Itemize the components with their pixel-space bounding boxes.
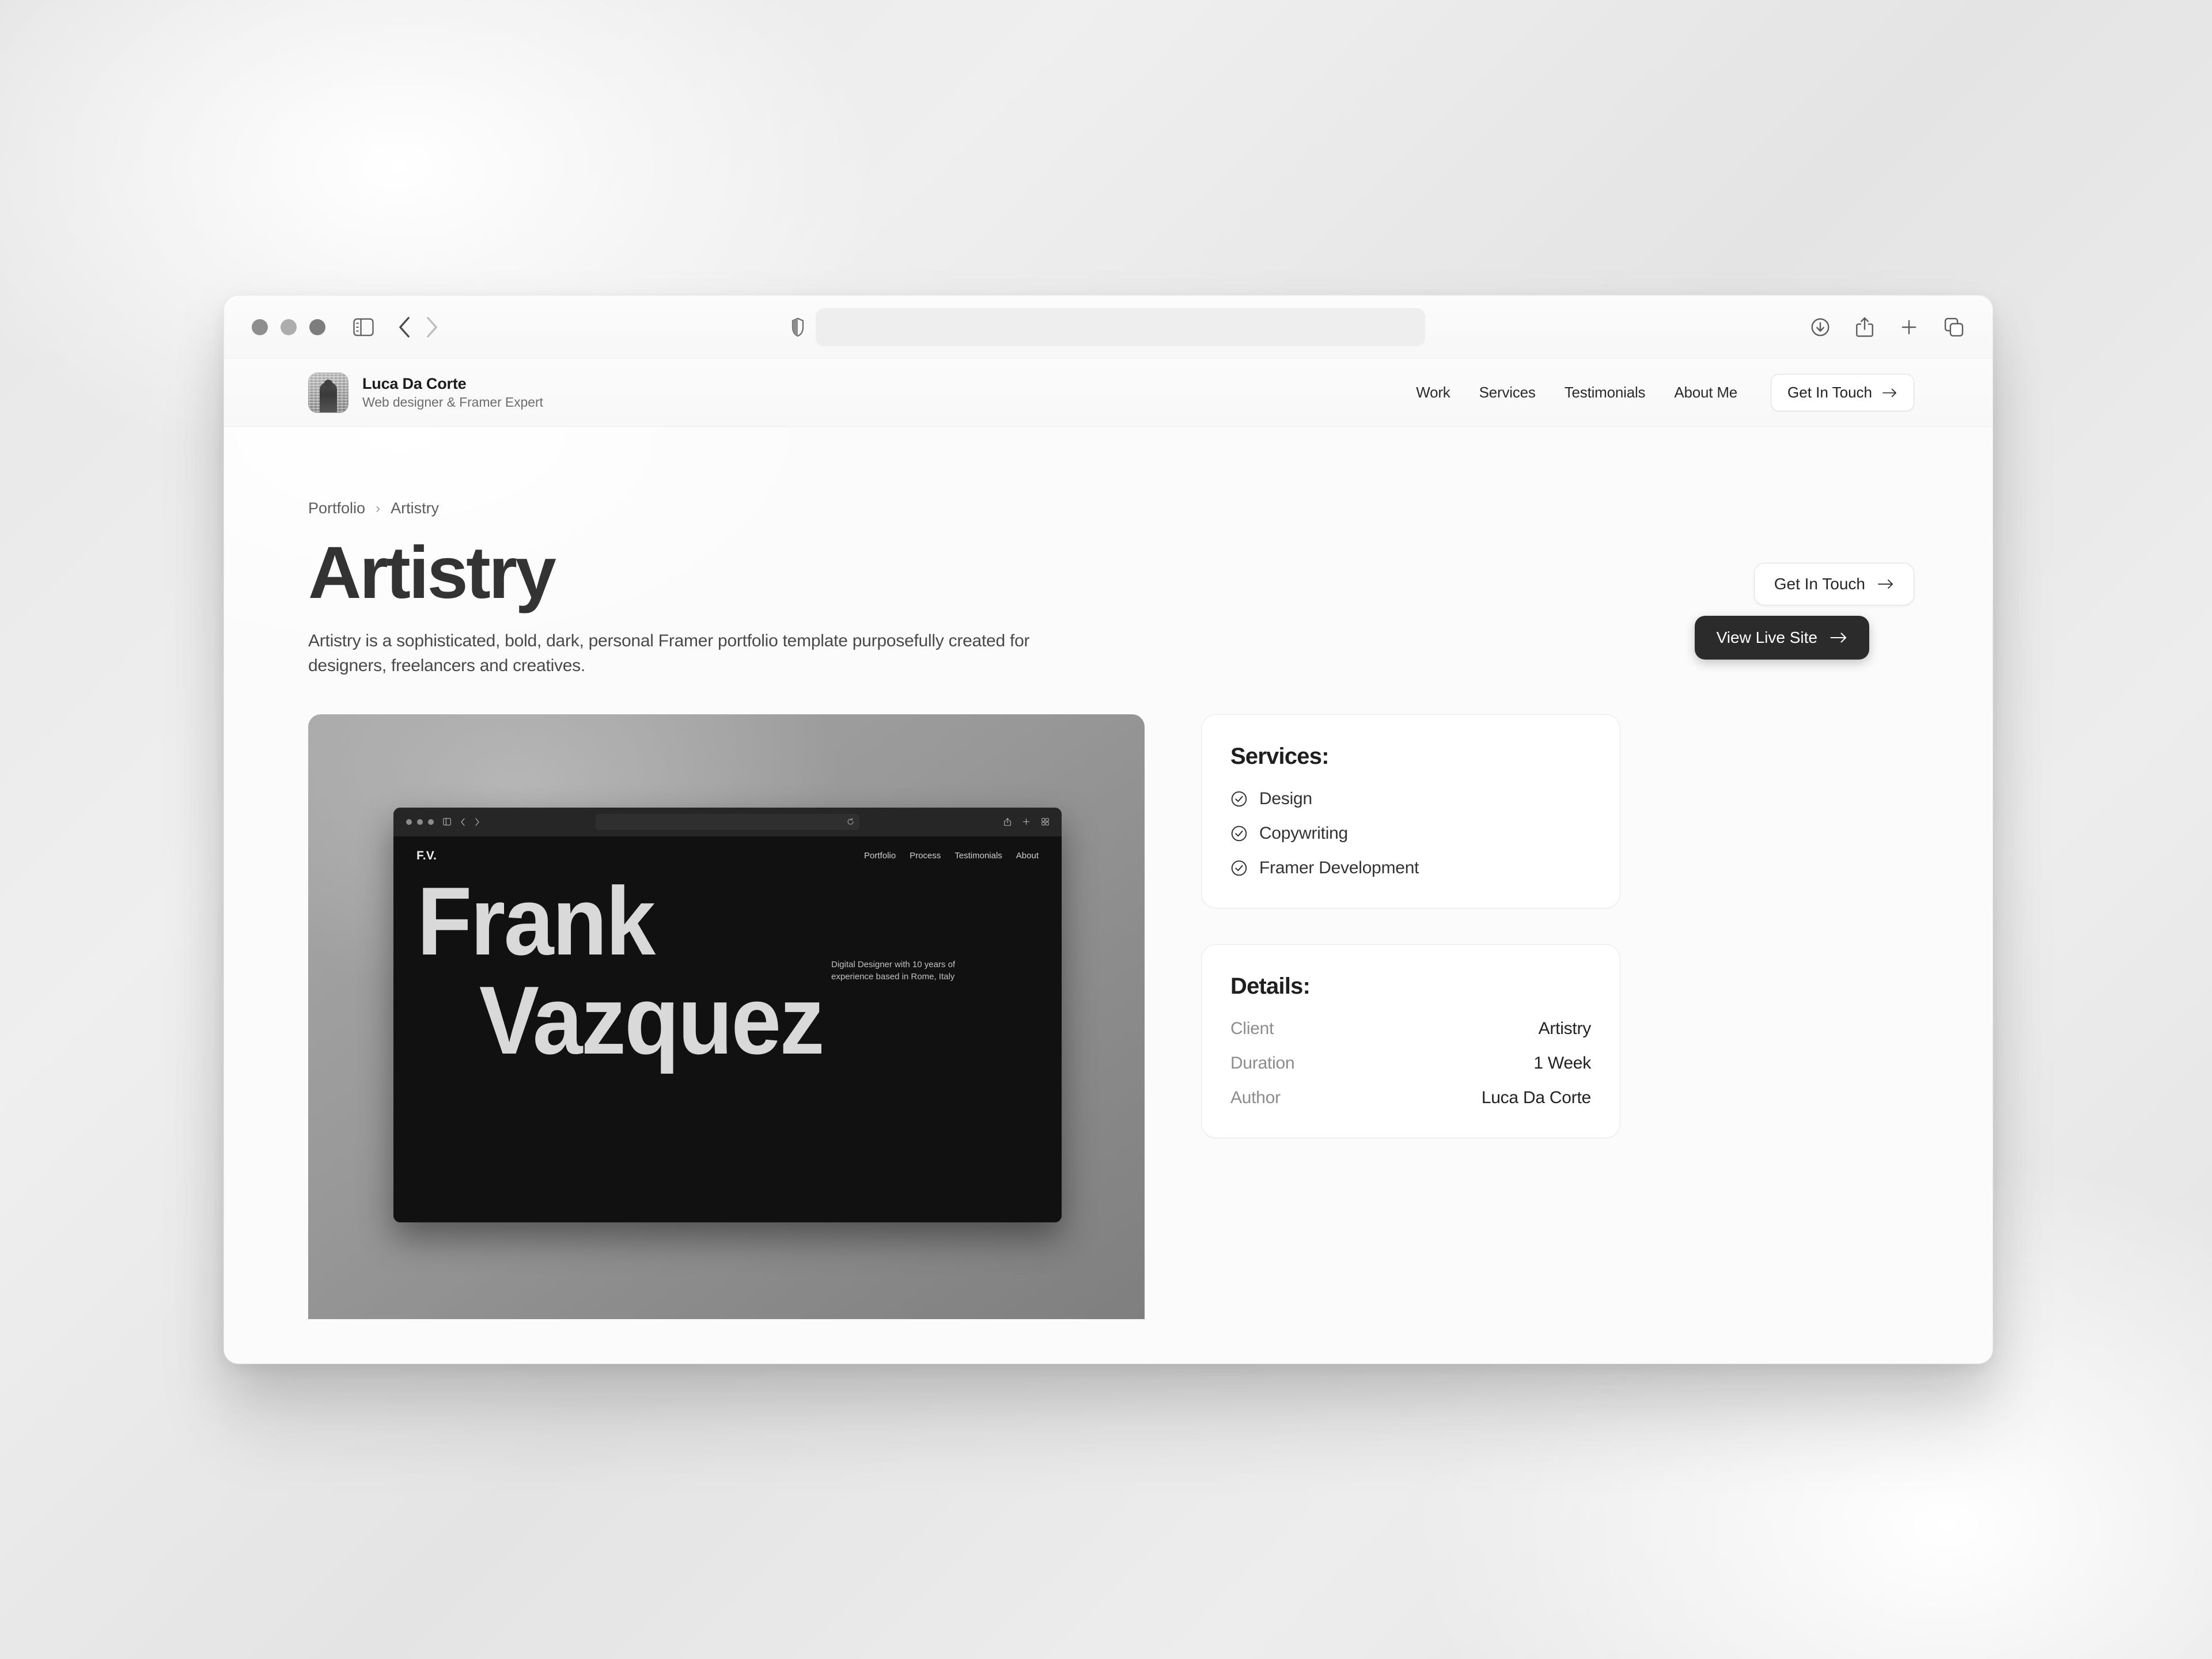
cta-stack: Get In Touch View Live Site: [1694, 563, 1914, 660]
mockup-hero: Frank Vazquez Digital Designer with 10 y…: [393, 866, 1062, 1075]
zoom-dot[interactable]: [309, 319, 325, 335]
circle-check-icon: [1230, 790, 1248, 808]
service-label: Design: [1259, 789, 1312, 808]
minimize-dot: [417, 819, 423, 825]
chevron-right-icon: ›: [376, 500, 381, 516]
service-label: Copywriting: [1259, 823, 1348, 843]
nav-item-work[interactable]: Work: [1416, 384, 1450, 402]
mockup-hero-line-2: Vazquez: [479, 966, 825, 1075]
project-preview-media[interactable]: F.V. Portfolio Process Testimonials Abou…: [308, 714, 1145, 1319]
brand-name: Luca Da Corte: [362, 375, 467, 392]
mockup-address-bar: [596, 813, 859, 830]
share-icon[interactable]: [1855, 317, 1874, 338]
browser-right-tools: [1810, 317, 1964, 338]
services-card: Services: Design Copywriting Framer Deve…: [1201, 714, 1620, 908]
brand-role: Web designer & Framer Expert: [362, 395, 543, 410]
get-in-touch-label: Get In Touch: [1774, 575, 1865, 593]
plus-icon[interactable]: [1899, 317, 1919, 337]
service-item: Design: [1230, 789, 1591, 809]
mockup-hero-subtitle: Digital Designer with 10 years of experi…: [831, 959, 956, 982]
page-content: Portfolio › Artistry Artistry Artistry i…: [224, 427, 1993, 1363]
detail-value: Luca Da Corte: [1481, 1088, 1591, 1107]
mockup-nav-testimonials: Testimonials: [955, 851, 1002, 861]
info-cards: Services: Design Copywriting Framer Deve…: [1201, 714, 1620, 1319]
mockup-traffic-lights: [406, 819, 434, 825]
site-header: Luca Da Corte Web designer & Framer Expe…: [224, 359, 1993, 427]
content-grid: F.V. Portfolio Process Testimonials Abou…: [308, 714, 1914, 1319]
detail-value: 1 Week: [1533, 1053, 1591, 1073]
service-item: Copywriting: [1230, 824, 1591, 843]
minimize-dot[interactable]: [281, 319, 297, 335]
breadcrumb-current: Artistry: [391, 499, 440, 517]
mockup-nav-process: Process: [910, 851, 941, 861]
zoom-dot: [428, 819, 434, 825]
nav-item-about-me[interactable]: About Me: [1674, 384, 1737, 402]
breadcrumb: Portfolio › Artistry: [308, 499, 1914, 517]
circle-check-icon: [1230, 859, 1248, 877]
header-get-in-touch-button[interactable]: Get In Touch: [1771, 374, 1914, 411]
service-label: Framer Development: [1259, 858, 1419, 877]
preview-browser-mockup: F.V. Portfolio Process Testimonials Abou…: [393, 807, 1062, 1222]
download-icon[interactable]: [1810, 317, 1830, 337]
close-dot: [406, 819, 412, 825]
detail-value: Artistry: [1538, 1018, 1592, 1038]
avatar: [308, 372, 349, 413]
tab-overview-icon: [1041, 818, 1049, 825]
chevron-left-icon: [460, 817, 465, 826]
detail-key: Client: [1230, 1018, 1274, 1038]
address-bar-group: [791, 308, 1425, 346]
mockup-page: F.V. Portfolio Process Testimonials Abou…: [393, 836, 1062, 1222]
browser-window: Luca Da Corte Web designer & Framer Expe…: [224, 295, 1993, 1364]
share-icon: [1004, 817, 1011, 826]
mockup-hero-line-1: Frank: [416, 866, 656, 975]
nav-item-testimonials[interactable]: Testimonials: [1565, 384, 1646, 402]
browser-toolbar: [224, 296, 1993, 359]
sidebar-toggle-icon[interactable]: [353, 318, 374, 336]
nav-arrows: [398, 316, 438, 338]
chevron-left-icon[interactable]: [398, 316, 411, 338]
close-dot[interactable]: [252, 319, 268, 335]
services-card-title: Services:: [1230, 743, 1330, 769]
page-title: Artistry: [308, 532, 556, 614]
mockup-toolbar: [393, 807, 1062, 836]
traffic-lights: [252, 319, 325, 335]
sidebar-toggle-icon: [443, 818, 451, 825]
site-nav: Work Services Testimonials About Me Get …: [1416, 374, 1914, 411]
circle-check-icon: [1230, 825, 1248, 842]
service-item: Framer Development: [1230, 858, 1591, 878]
chevron-right-icon: [475, 817, 480, 826]
header-get-in-touch-label: Get In Touch: [1787, 384, 1872, 401]
details-card-title: Details:: [1230, 973, 1310, 999]
detail-row: Client Artistry: [1230, 1019, 1591, 1039]
arrow-right-icon: [1883, 388, 1897, 398]
detail-key: Author: [1230, 1088, 1281, 1107]
mockup-logo: F.V.: [416, 849, 437, 862]
detail-row: Author Luca Da Corte: [1230, 1088, 1591, 1108]
tab-overview-icon[interactable]: [1944, 317, 1964, 337]
nav-item-services[interactable]: Services: [1479, 384, 1536, 402]
privacy-shield-icon[interactable]: [791, 317, 804, 337]
mockup-nav-about: About: [1016, 851, 1039, 861]
breadcrumb-root[interactable]: Portfolio: [308, 499, 365, 517]
details-card: Details: Client Artistry Duration 1 Week…: [1201, 944, 1620, 1138]
plus-icon: [1022, 818, 1030, 825]
reload-icon: [847, 818, 854, 825]
get-in-touch-button[interactable]: Get In Touch: [1753, 563, 1914, 605]
page-description: Artistry is a sophisticated, bold, dark,…: [308, 631, 1030, 675]
mockup-nav: F.V. Portfolio Process Testimonials Abou…: [393, 836, 1062, 863]
detail-key: Duration: [1230, 1053, 1295, 1073]
mockup-nav-portfolio: Portfolio: [864, 851, 896, 861]
brand-logo[interactable]: Luca Da Corte Web designer & Framer Expe…: [308, 372, 543, 413]
detail-row: Duration 1 Week: [1230, 1054, 1591, 1073]
view-live-site-label: View Live Site: [1716, 628, 1817, 646]
view-live-site-button[interactable]: View Live Site: [1694, 616, 1869, 660]
chevron-right-icon[interactable]: [426, 316, 438, 338]
arrow-right-icon: [1878, 579, 1894, 589]
arrow-right-icon: [1830, 632, 1847, 643]
address-input[interactable]: [816, 308, 1425, 346]
